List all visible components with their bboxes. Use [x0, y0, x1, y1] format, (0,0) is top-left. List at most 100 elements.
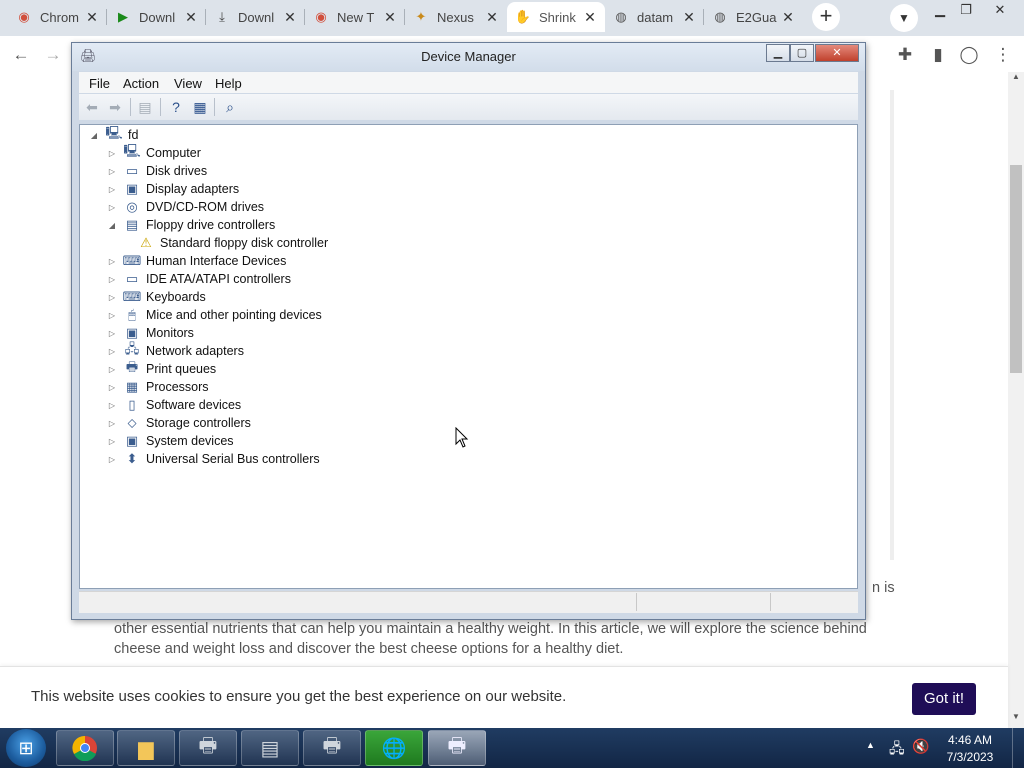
tree-category[interactable]: ◢ ▤ Floppy drive controllers — [106, 216, 275, 234]
expand-triangle-icon[interactable]: ▷ — [106, 329, 118, 338]
chevron-down-icon: ▼ — [898, 11, 910, 25]
forward-arrow-icon[interactable]: → — [42, 44, 64, 66]
clock-time[interactable]: 4:46 AM — [940, 733, 1000, 747]
tray-overflow-icon[interactable]: ▲ — [866, 740, 875, 750]
expand-triangle-icon[interactable]: ▷ — [106, 149, 118, 158]
close-tab-icon[interactable]: ✕ — [682, 9, 696, 26]
show-hide-console-tree-icon[interactable]: ▤ — [136, 98, 154, 116]
start-button[interactable]: ⊞ — [6, 729, 46, 767]
side-panel-icon[interactable]: ▮ — [927, 44, 949, 66]
tree-category[interactable]: ▷ ⌨ Human Interface Devices — [106, 252, 286, 270]
globe-favicon-icon: ◍ — [714, 9, 726, 24]
expand-triangle-icon[interactable]: ▷ — [106, 347, 118, 356]
browser-tab[interactable]: ✦ Nexus ✕ — [405, 2, 507, 32]
page-scrollbar-thumb[interactable] — [1010, 165, 1022, 373]
menu-action[interactable]: Action — [123, 76, 159, 91]
tree-child-item[interactable]: ⚠ Standard floppy disk controller — [126, 234, 328, 252]
tree-category[interactable]: ▷ 🖶 Print queues — [106, 359, 216, 378]
internet-download-manager-icon[interactable]: 🌐 — [365, 730, 423, 766]
close-tab-icon[interactable]: ✕ — [184, 9, 198, 26]
tree-category[interactable]: ▷ ⌨ Keyboards — [106, 288, 206, 306]
scroll-down-arrow-icon[interactable]: ▼ — [1008, 712, 1024, 726]
tree-category[interactable]: ▷ ◎ DVD/CD-ROM drives — [106, 198, 264, 216]
close-tab-icon[interactable]: ✕ — [485, 9, 499, 26]
browser-tab[interactable]: ◉ New T ✕ — [305, 2, 405, 32]
browser-tab[interactable]: ⤓ Downl ✕ — [206, 2, 305, 32]
browser-tab[interactable]: ◍ datam ✕ — [605, 2, 704, 32]
chrome-app-icon[interactable] — [56, 730, 114, 766]
restore-browser-button[interactable]: ❐ — [951, 0, 981, 20]
browser-tab[interactable]: ◉ Chrom ✕ — [8, 2, 107, 32]
profile-avatar-icon[interactable]: ◯ — [958, 44, 980, 66]
expand-triangle-icon[interactable]: ▷ — [106, 293, 118, 302]
expand-triangle-icon[interactable]: ▷ — [106, 203, 118, 212]
new-tab-button[interactable]: + — [812, 3, 840, 31]
browser-menu-icon[interactable]: ⋮ — [992, 44, 1014, 66]
close-button[interactable]: ✕ — [815, 44, 859, 62]
expand-triangle-icon[interactable]: ▷ — [106, 311, 118, 320]
close-browser-button[interactable]: ✕ — [985, 0, 1015, 20]
file-explorer-icon[interactable]: ▆ — [117, 730, 175, 766]
browser-tab[interactable]: ◍ E2Gua ✕ — [704, 2, 803, 32]
close-tab-icon[interactable]: ✕ — [781, 9, 795, 26]
tree-category[interactable]: ▷ ▣ System devices — [106, 432, 234, 450]
back-arrow-icon[interactable]: ← — [10, 44, 32, 66]
tree-category[interactable]: ▷ ▭ IDE ATA/ATAPI controllers — [106, 270, 291, 288]
expand-triangle-icon[interactable]: ▷ — [106, 401, 118, 410]
expand-triangle-icon[interactable]: ▷ — [106, 383, 118, 392]
chrome-logo-icon — [72, 735, 97, 761]
tree-category[interactable]: ▷ 🖱 Mice and other pointing devices — [106, 306, 322, 324]
browser-tab[interactable]: ✋ Shrink ✕ — [507, 2, 605, 32]
back-icon[interactable]: ⬅ — [83, 98, 101, 116]
tree-category[interactable]: ▷ 🖳 Computer — [106, 143, 201, 162]
forward-icon[interactable]: ➡ — [106, 98, 124, 116]
show-desktop-button[interactable] — [1012, 728, 1024, 768]
close-tab-icon[interactable]: ✕ — [383, 9, 397, 26]
volume-muted-icon[interactable]: 🔇 — [912, 738, 929, 755]
cookie-accept-button[interactable]: Got it! — [912, 683, 976, 715]
expand-triangle-icon[interactable]: ▷ — [106, 185, 118, 194]
browser-tab[interactable]: ▶ Downl ✕ — [107, 2, 206, 32]
expand-triangle-icon[interactable]: ▷ — [106, 365, 118, 374]
tree-category[interactable]: ▷ ▣ Monitors — [106, 324, 194, 342]
keyboard-icon: ⌨ — [122, 289, 142, 304]
scan-hardware-changes-icon[interactable]: ⌕ — [221, 98, 239, 116]
scroll-up-arrow-icon[interactable]: ▲ — [1008, 72, 1024, 84]
status-separator — [770, 593, 771, 611]
tree-category[interactable]: ▷ ⬦ Storage controllers — [106, 414, 251, 432]
tree-category[interactable]: ▷ ▭ Disk drives — [106, 162, 207, 180]
properties-icon[interactable]: ▦ — [191, 98, 209, 116]
minimize-button[interactable]: ▁ — [766, 44, 790, 62]
tree-category[interactable]: ▷ ▣ Display adapters — [106, 180, 239, 198]
help-icon[interactable]: ? — [167, 98, 185, 116]
close-tab-icon[interactable]: ✕ — [85, 9, 99, 26]
collapse-triangle-icon[interactable]: ◢ — [88, 131, 100, 140]
control-panel-app-icon[interactable]: 🖶 — [303, 730, 361, 766]
expand-triangle-icon[interactable]: ▷ — [106, 419, 118, 428]
menu-help[interactable]: Help — [215, 76, 242, 91]
maximize-button[interactable]: ▢ — [790, 44, 814, 62]
window-app-icon[interactable]: ▤ — [241, 730, 299, 766]
tree-item-label: Network adapters — [146, 344, 244, 358]
device-manager-app-icon[interactable]: 🖶 — [179, 730, 237, 766]
device-manager-active-icon[interactable]: 🖶 — [428, 730, 486, 766]
close-tab-icon[interactable]: ✕ — [583, 9, 597, 26]
expand-triangle-icon[interactable]: ▷ — [106, 437, 118, 446]
clock-date[interactable]: 7/3/2023 — [940, 750, 1000, 764]
menu-view[interactable]: View — [174, 76, 202, 91]
expand-triangle-icon[interactable]: ▷ — [106, 257, 118, 266]
tab-separator — [703, 9, 704, 25]
expand-triangle-icon[interactable]: ▷ — [106, 167, 118, 176]
collapse-triangle-icon[interactable]: ◢ — [106, 221, 118, 230]
expand-triangle-icon[interactable]: ▷ — [106, 455, 118, 464]
tree-category[interactable]: ▷ ▯ Software devices — [106, 396, 241, 414]
expand-triangle-icon[interactable]: ▷ — [106, 275, 118, 284]
close-tab-icon[interactable]: ✕ — [283, 9, 297, 26]
network-tray-icon[interactable]: 🖧 — [889, 738, 905, 762]
tree-category[interactable]: ▷ ⬍ Universal Serial Bus controllers — [106, 450, 320, 468]
tab-search-button[interactable]: ▼ — [890, 4, 918, 32]
chrome-favicon-icon: ◉ — [315, 9, 327, 24]
extensions-icon[interactable]: ✚ — [894, 44, 916, 66]
tree-category[interactable]: ▷ ▦ Processors — [106, 378, 209, 396]
menu-file[interactable]: File — [89, 76, 110, 91]
